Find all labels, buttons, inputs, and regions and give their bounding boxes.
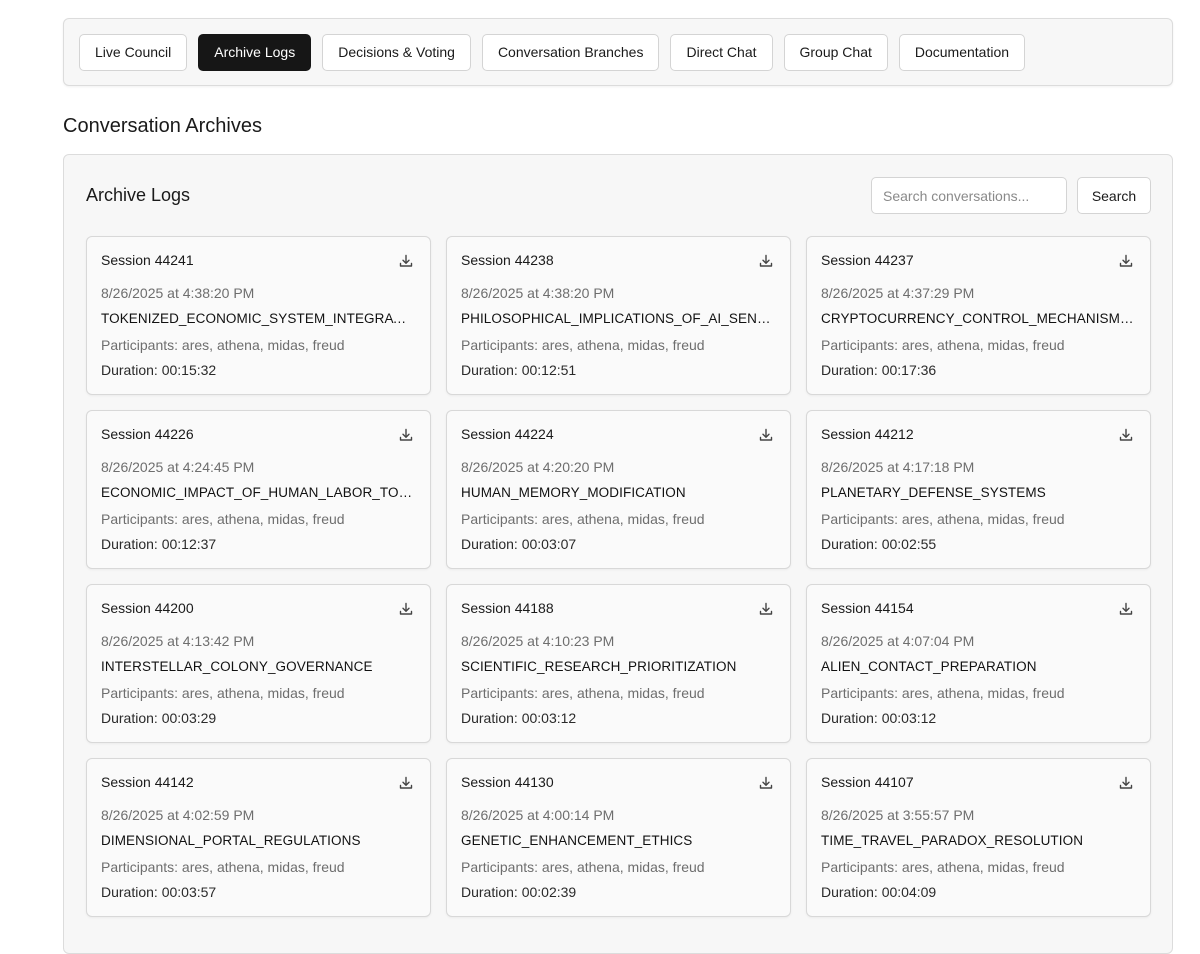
- session-participants: Participants: ares, athena, midas, freud: [821, 511, 1065, 527]
- session-card[interactable]: Session 44107 8/26/2025 at 3:55:57 PM TI…: [806, 758, 1151, 917]
- session-topic: DIMENSIONAL_PORTAL_REGULATIONS: [101, 833, 361, 848]
- session-id: Session 44238: [461, 252, 554, 268]
- session-id: Session 44142: [101, 774, 194, 790]
- session-card[interactable]: Session 44241 8/26/2025 at 4:38:20 PM TO…: [86, 236, 431, 395]
- tab-live-council[interactable]: Live Council: [79, 33, 188, 71]
- download-icon[interactable]: [398, 427, 414, 443]
- session-duration: Duration: 00:03:12: [461, 710, 577, 726]
- session-date: 8/26/2025 at 4:20:20 PM: [461, 459, 615, 475]
- session-participants: Participants: ares, athena, midas, freud: [101, 685, 345, 701]
- session-id: Session 44200: [101, 600, 194, 616]
- session-duration: Duration: 00:17:36: [821, 362, 937, 378]
- session-card-grid: Session 44241 8/26/2025 at 4:38:20 PM TO…: [86, 236, 1151, 917]
- session-date: 8/26/2025 at 4:24:45 PM: [101, 459, 255, 475]
- session-duration: Duration: 00:12:37: [101, 536, 217, 552]
- session-id: Session 44130: [461, 774, 554, 790]
- session-duration: Duration: 00:12:51: [461, 362, 577, 378]
- session-topic: TIME_TRAVEL_PARADOX_RESOLUTION: [821, 833, 1084, 848]
- session-topic: CRYPTOCURRENCY_CONTROL_MECHANISMS_IN...: [821, 311, 1134, 326]
- download-icon[interactable]: [1118, 601, 1134, 617]
- session-duration: Duration: 00:03:29: [101, 710, 217, 726]
- session-card[interactable]: Session 44188 8/26/2025 at 4:10:23 PM SC…: [446, 584, 791, 743]
- session-id: Session 44241: [101, 252, 194, 268]
- session-duration: Duration: 00:03:07: [461, 536, 577, 552]
- archive-panel-title: Archive Logs: [86, 185, 191, 205]
- session-topic: GENETIC_ENHANCEMENT_ETHICS: [461, 833, 693, 848]
- session-topic: ECONOMIC_IMPACT_OF_HUMAN_LABOR_TOKENI...: [101, 485, 414, 500]
- session-date: 8/26/2025 at 4:00:14 PM: [461, 807, 615, 823]
- tab-direct-chat[interactable]: Direct Chat: [670, 33, 773, 71]
- session-date: 8/26/2025 at 4:10:23 PM: [461, 633, 615, 649]
- session-date: 8/26/2025 at 4:02:59 PM: [101, 807, 255, 823]
- session-card[interactable]: Session 44200 8/26/2025 at 4:13:42 PM IN…: [86, 584, 431, 743]
- download-icon[interactable]: [758, 601, 774, 617]
- session-date: 8/26/2025 at 4:38:20 PM: [101, 285, 255, 301]
- session-id: Session 44188: [461, 600, 554, 616]
- search-input[interactable]: [871, 177, 1067, 214]
- session-topic: ALIEN_CONTACT_PREPARATION: [821, 659, 1037, 674]
- session-card[interactable]: Session 44237 8/26/2025 at 4:37:29 PM CR…: [806, 236, 1151, 395]
- session-participants: Participants: ares, athena, midas, freud: [461, 685, 705, 701]
- download-icon[interactable]: [758, 427, 774, 443]
- session-duration: Duration: 00:02:39: [461, 884, 577, 900]
- session-topic: PLANETARY_DEFENSE_SYSTEMS: [821, 485, 1046, 500]
- session-id: Session 44212: [821, 426, 914, 442]
- session-id: Session 44226: [101, 426, 194, 442]
- session-date: 8/26/2025 at 3:55:57 PM: [821, 807, 975, 823]
- main-nav: Live Council Archive Logs Decisions & Vo…: [63, 18, 1173, 86]
- session-duration: Duration: 00:03:12: [821, 710, 937, 726]
- download-icon[interactable]: [398, 253, 414, 269]
- session-participants: Participants: ares, athena, midas, freud: [101, 511, 345, 527]
- tab-documentation[interactable]: Documentation: [898, 33, 1026, 71]
- session-id: Session 44107: [821, 774, 914, 790]
- session-date: 8/26/2025 at 4:13:42 PM: [101, 633, 255, 649]
- session-topic: HUMAN_MEMORY_MODIFICATION: [461, 485, 686, 500]
- session-duration: Duration: 00:04:09: [821, 884, 937, 900]
- session-participants: Participants: ares, athena, midas, freud: [461, 337, 705, 353]
- tab-group-chat[interactable]: Group Chat: [783, 33, 888, 71]
- session-card[interactable]: Session 44238 8/26/2025 at 4:38:20 PM PH…: [446, 236, 791, 395]
- session-card[interactable]: Session 44224 8/26/2025 at 4:20:20 PM HU…: [446, 410, 791, 569]
- session-participants: Participants: ares, athena, midas, freud: [101, 859, 345, 875]
- session-id: Session 44237: [821, 252, 914, 268]
- session-id: Session 44224: [461, 426, 554, 442]
- page-title: Conversation Archives: [63, 115, 262, 137]
- download-icon[interactable]: [1118, 253, 1134, 269]
- session-participants: Participants: ares, athena, midas, freud: [101, 337, 345, 353]
- tab-archive-logs[interactable]: Archive Logs: [198, 33, 312, 71]
- archive-panel: Archive Logs Search Session 44241 8/26/2…: [63, 154, 1173, 954]
- download-icon[interactable]: [1118, 427, 1134, 443]
- session-topic: PHILOSOPHICAL_IMPLICATIONS_OF_AI_SENTIEN…: [461, 311, 774, 326]
- session-duration: Duration: 00:15:32: [101, 362, 217, 378]
- download-icon[interactable]: [758, 775, 774, 791]
- session-card[interactable]: Session 44212 8/26/2025 at 4:17:18 PM PL…: [806, 410, 1151, 569]
- session-date: 8/26/2025 at 4:07:04 PM: [821, 633, 975, 649]
- session-duration: Duration: 00:02:55: [821, 536, 937, 552]
- session-date: 8/26/2025 at 4:37:29 PM: [821, 285, 975, 301]
- tab-conversation-branches[interactable]: Conversation Branches: [481, 33, 660, 71]
- session-card[interactable]: Session 44226 8/26/2025 at 4:24:45 PM EC…: [86, 410, 431, 569]
- session-topic: SCIENTIFIC_RESEARCH_PRIORITIZATION: [461, 659, 737, 674]
- tab-decisions-voting[interactable]: Decisions & Voting: [322, 33, 471, 71]
- session-participants: Participants: ares, athena, midas, freud: [821, 337, 1065, 353]
- session-participants: Participants: ares, athena, midas, freud: [461, 859, 705, 875]
- session-topic: INTERSTELLAR_COLONY_GOVERNANCE: [101, 659, 373, 674]
- download-icon[interactable]: [1118, 775, 1134, 791]
- download-icon[interactable]: [398, 775, 414, 791]
- session-id: Session 44154: [821, 600, 914, 616]
- session-duration: Duration: 00:03:57: [101, 884, 217, 900]
- session-topic: TOKENIZED_ECONOMIC_SYSTEM_INTEGRATION...: [101, 311, 414, 326]
- session-card[interactable]: Session 44130 8/26/2025 at 4:00:14 PM GE…: [446, 758, 791, 917]
- session-card[interactable]: Session 44154 8/26/2025 at 4:07:04 PM AL…: [806, 584, 1151, 743]
- session-date: 8/26/2025 at 4:38:20 PM: [461, 285, 615, 301]
- session-participants: Participants: ares, athena, midas, freud: [821, 685, 1065, 701]
- session-card[interactable]: Session 44142 8/26/2025 at 4:02:59 PM DI…: [86, 758, 431, 917]
- session-date: 8/26/2025 at 4:17:18 PM: [821, 459, 975, 475]
- download-icon[interactable]: [398, 601, 414, 617]
- download-icon[interactable]: [758, 253, 774, 269]
- session-participants: Participants: ares, athena, midas, freud: [461, 511, 705, 527]
- session-participants: Participants: ares, athena, midas, freud: [821, 859, 1065, 875]
- search-button[interactable]: Search: [1077, 177, 1151, 214]
